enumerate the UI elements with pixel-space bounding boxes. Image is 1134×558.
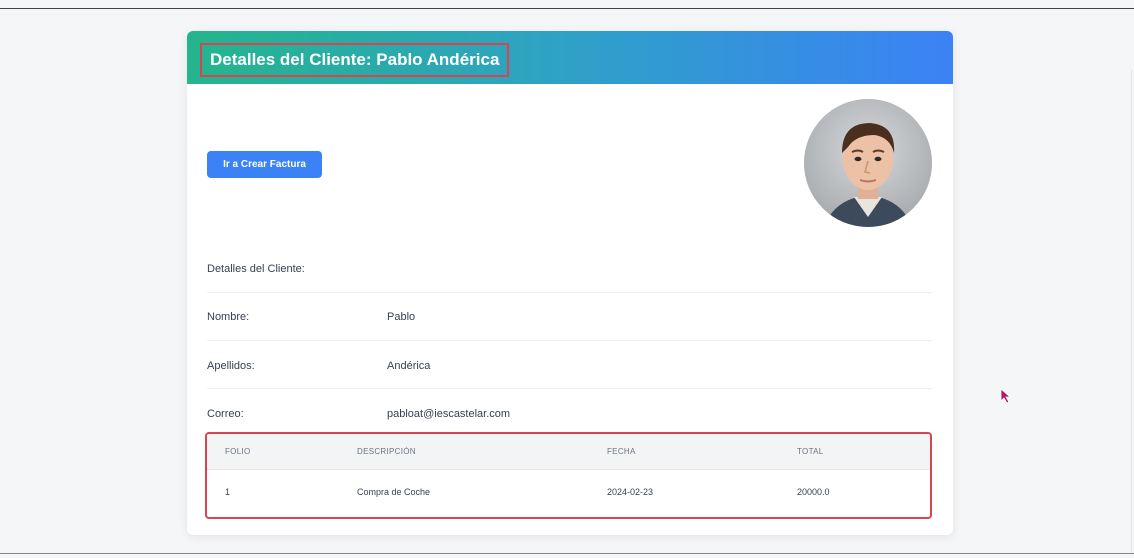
cell-folio: 1 bbox=[225, 487, 231, 497]
name-label: Nombre: bbox=[207, 311, 250, 323]
create-invoice-button[interactable]: Ir a Crear Factura bbox=[207, 151, 322, 178]
window-bottom-border bbox=[0, 553, 1134, 554]
email-value: pabloat@iescastelar.com bbox=[387, 408, 511, 420]
cell-date: 2024-02-23 bbox=[607, 487, 654, 497]
avatar bbox=[804, 99, 932, 227]
invoices-table: FOLIO DESCRIPCIÓN FECHA TOTAL 1 Compra d… bbox=[205, 432, 932, 519]
divider bbox=[207, 340, 932, 341]
cell-total: 20000.0 bbox=[797, 487, 830, 497]
window-top-border bbox=[0, 8, 1134, 9]
column-header-total: TOTAL bbox=[797, 447, 824, 456]
column-header-folio: FOLIO bbox=[225, 447, 251, 456]
table-header: FOLIO DESCRIPCIÓN FECHA TOTAL bbox=[207, 434, 930, 470]
scrollbar-track bbox=[1131, 70, 1132, 553]
card-header: Detalles del Cliente: Pablo Andérica bbox=[187, 31, 953, 84]
column-header-description: DESCRIPCIÓN bbox=[357, 447, 416, 456]
client-details-card: Detalles del Cliente: Pablo Andérica Ir … bbox=[187, 31, 953, 535]
surname-value: Andérica bbox=[387, 360, 431, 372]
avatar-portrait-image bbox=[804, 99, 932, 227]
email-label: Correo: bbox=[207, 408, 244, 420]
divider bbox=[207, 292, 932, 293]
details-section-title: Detalles del Cliente: bbox=[207, 263, 305, 275]
page-title: Detalles del Cliente: Pablo Andérica bbox=[200, 43, 510, 77]
surname-label: Apellidos: bbox=[207, 360, 255, 372]
cell-description: Compra de Coche bbox=[357, 487, 431, 497]
mouse-cursor-icon bbox=[1000, 388, 1012, 404]
divider bbox=[207, 388, 932, 389]
name-value: Pablo bbox=[387, 311, 416, 323]
column-header-date: FECHA bbox=[607, 447, 636, 456]
